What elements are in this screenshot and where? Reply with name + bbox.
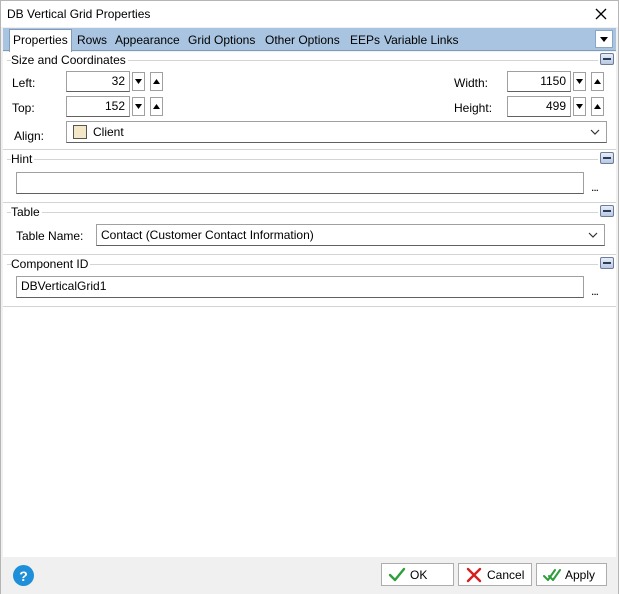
hint-more-button[interactable]: ... — [591, 180, 599, 194]
window-title: DB Vertical Grid Properties — [7, 7, 151, 21]
left-input[interactable]: 32 — [66, 71, 130, 92]
top-input[interactable]: 152 — [66, 96, 130, 117]
tab-properties[interactable]: Properties — [9, 29, 72, 52]
top-decrement-button[interactable] — [132, 97, 145, 116]
chevron-down-icon — [600, 36, 608, 42]
size-section-title: Size and Coordinates — [11, 53, 128, 67]
width-label: Width: — [454, 76, 489, 90]
cancel-button-label: Cancel — [487, 567, 525, 582]
ok-button[interactable]: OK — [381, 563, 454, 586]
chevron-down-icon — [588, 232, 598, 238]
table-name-label: Table Name: — [16, 229, 84, 243]
section-divider — [7, 212, 598, 213]
arrow-down-icon — [135, 79, 142, 84]
width-input[interactable]: 1150 — [507, 71, 571, 92]
component-id-section-header: Component ID — [3, 257, 616, 271]
hint-section-collapse-button[interactable] — [600, 152, 614, 164]
arrow-down-icon — [576, 104, 583, 109]
component-id-input[interactable]: DBVerticalGrid1 — [16, 276, 584, 298]
double-check-icon — [543, 568, 561, 581]
arrow-up-icon — [594, 79, 601, 84]
component-id-section-collapse-button[interactable] — [600, 257, 614, 269]
help-button[interactable]: ? — [13, 565, 34, 586]
section-divider — [3, 149, 616, 150]
apply-button-label: Apply — [565, 567, 596, 582]
table-section-title: Table — [11, 205, 42, 219]
size-section-collapse-button[interactable] — [600, 53, 614, 65]
arrow-up-icon — [594, 104, 601, 109]
apply-button[interactable]: Apply — [536, 563, 607, 586]
tab-rows[interactable]: Rows — [74, 30, 110, 51]
hint-section-title: Hint — [11, 152, 35, 166]
section-divider — [3, 306, 616, 307]
hint-section-header: Hint — [3, 152, 616, 166]
arrow-down-icon — [135, 104, 142, 109]
cancel-x-icon — [466, 567, 482, 582]
close-icon — [595, 8, 607, 20]
left-label: Left: — [12, 76, 36, 90]
tab-other-options[interactable]: Other Options — [262, 30, 343, 51]
tab-grid-options[interactable]: Grid Options — [185, 30, 258, 51]
align-color-swatch — [73, 125, 87, 139]
tab-variable-links[interactable]: Variable Links — [381, 30, 461, 51]
left-decrement-button[interactable] — [132, 72, 145, 91]
arrow-up-icon — [153, 104, 160, 109]
component-id-section-title: Component ID — [11, 257, 91, 271]
height-input[interactable]: 499 — [507, 96, 571, 117]
left-increment-button[interactable] — [150, 72, 163, 91]
section-divider — [3, 254, 616, 255]
arrow-down-icon — [576, 79, 583, 84]
table-section-header: Table — [3, 205, 616, 219]
table-name-select[interactable]: Contact (Customer Contact Information) — [96, 224, 605, 246]
section-divider — [7, 159, 598, 160]
top-increment-button[interactable] — [150, 97, 163, 116]
title-bar: DB Vertical Grid Properties — [1, 1, 618, 27]
top-label: Top: — [12, 101, 35, 115]
table-section-collapse-button[interactable] — [600, 205, 614, 217]
align-select[interactable]: Client — [66, 121, 607, 143]
section-divider — [7, 264, 598, 265]
size-section-header: Size and Coordinates — [3, 53, 616, 67]
width-increment-button[interactable] — [591, 72, 604, 91]
tab-eeps[interactable]: EEPs — [347, 30, 383, 51]
height-label: Height: — [454, 101, 493, 115]
align-label: Align: — [14, 129, 45, 143]
arrow-up-icon — [153, 79, 160, 84]
table-name-select-value: Contact (Customer Contact Information) — [101, 228, 314, 242]
component-id-more-button[interactable]: ... — [591, 284, 599, 298]
dialog-window: DB Vertical Grid Properties Properties R… — [0, 0, 619, 594]
tab-appearance[interactable]: Appearance — [112, 30, 183, 51]
dialog-footer: ? OK Cancel Apply — [1, 557, 618, 594]
section-divider — [3, 202, 616, 203]
width-decrement-button[interactable] — [573, 72, 586, 91]
tab-bar: Properties Rows Appearance Grid Options … — [3, 28, 616, 52]
ok-button-label: OK — [410, 567, 428, 582]
height-increment-button[interactable] — [591, 97, 604, 116]
check-icon — [388, 567, 406, 581]
tab-menu-button[interactable] — [595, 30, 613, 48]
height-decrement-button[interactable] — [573, 97, 586, 116]
properties-panel: Size and Coordinates Left: 32 Width: 115… — [3, 52, 616, 557]
align-select-value: Client — [93, 125, 124, 139]
cancel-button[interactable]: Cancel — [458, 563, 532, 586]
hint-input[interactable] — [16, 172, 584, 194]
chevron-down-icon — [590, 129, 600, 135]
close-button[interactable] — [584, 1, 618, 27]
